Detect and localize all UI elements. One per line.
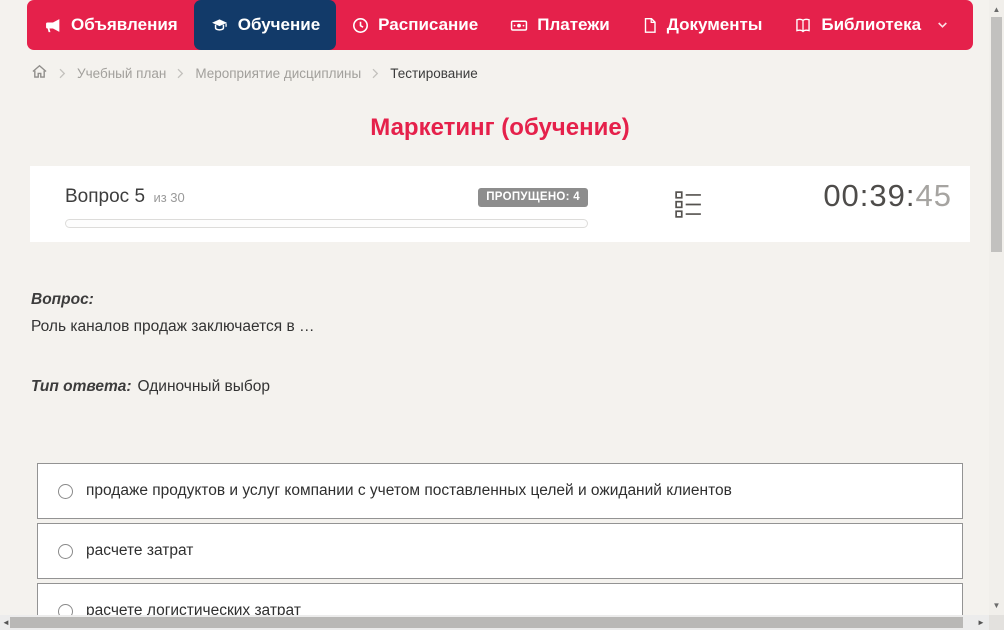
chevron-right-icon — [177, 68, 184, 79]
nav-item-label: Объявления — [71, 15, 178, 34]
nav-item-announcements[interactable]: Объявления — [29, 0, 194, 50]
answer-option-2[interactable]: расчете затрат — [37, 523, 963, 579]
quiz-page: Объявления Обучение Расписание Платежи Д… — [0, 0, 1004, 630]
horizontal-scrollbar[interactable]: ◄ ► — [0, 615, 989, 630]
scroll-down-arrow-icon[interactable]: ▼ — [989, 598, 1004, 613]
nav-item-documents[interactable]: Документы — [626, 0, 779, 50]
chevron-right-icon — [59, 68, 66, 79]
timer-seconds: 45 — [915, 178, 952, 213]
timer: 00:39:45 — [823, 178, 952, 214]
question-list-button[interactable] — [675, 191, 702, 223]
question-list-icon — [675, 191, 702, 222]
horizontal-scrollbar-thumb[interactable] — [10, 617, 963, 628]
book-icon — [794, 17, 812, 34]
nav-item-payments[interactable]: Платежи — [494, 0, 626, 50]
question-progress-section: Вопрос 5 из 30 ПРОПУЩЕНО: 4 — [65, 186, 588, 228]
scroll-right-arrow-icon[interactable]: ► — [975, 615, 987, 630]
nav-item-label: Документы — [666, 15, 763, 34]
progress-bar — [65, 219, 588, 228]
nav-item-label: Платежи — [537, 15, 610, 34]
home-icon[interactable] — [31, 63, 48, 83]
question-heading: Вопрос: — [31, 291, 94, 308]
vertical-scrollbar[interactable]: ▲ ▼ — [989, 0, 1004, 615]
nav-item-library[interactable]: Библиотека — [778, 0, 964, 50]
nav-item-label: Расписание — [378, 15, 479, 34]
nav-item-label: Обучение — [237, 15, 321, 34]
scroll-up-arrow-icon[interactable]: ▲ — [989, 2, 1004, 17]
page-title: Маркетинг (обучение) — [370, 114, 630, 141]
answer-option-label: продаже продуктов и услуг компании с уче… — [86, 482, 732, 499]
answer-type-value: Одиночный выбор — [137, 378, 271, 395]
nav-item-learning[interactable]: Обучение — [193, 0, 337, 50]
nav-item-label: Библиотека — [821, 15, 922, 34]
scrollbar-corner — [989, 615, 1004, 630]
breadcrumb: Учебный план Мероприятие дисциплины Тест… — [31, 63, 478, 83]
megaphone-icon — [45, 17, 62, 34]
radio-button-icon[interactable] — [58, 543, 73, 559]
answer-type-label: Тип ответа: — [31, 378, 132, 395]
breadcrumb-discipline-event[interactable]: Мероприятие дисциплины — [195, 66, 361, 81]
chevron-right-icon — [372, 68, 379, 79]
question-number: Вопрос 5 — [65, 186, 146, 207]
question-card: Вопрос 5 из 30 ПРОПУЩЕНО: 4 00:39:45 — [30, 166, 970, 242]
graduation-cap-icon — [210, 17, 229, 34]
breadcrumb-testing: Тестирование — [390, 65, 478, 81]
question-text: Роль каналов продаж заключается в … — [31, 318, 315, 335]
answer-options: продаже продуктов и услуг компании с уче… — [37, 463, 963, 630]
clock-icon — [352, 17, 369, 34]
question-block: Вопрос: Роль каналов продаж заключается … — [31, 291, 961, 336]
skipped-badge: ПРОПУЩЕНО: 4 — [478, 188, 588, 207]
answer-option-label: расчете затрат — [86, 542, 194, 559]
question-counter: Вопрос 5 из 30 — [65, 186, 185, 208]
question-total: из 30 — [153, 190, 185, 205]
radio-button-icon[interactable] — [58, 483, 73, 499]
vertical-scrollbar-thumb[interactable] — [991, 17, 1002, 252]
breadcrumb-curriculum[interactable]: Учебный план — [77, 66, 166, 81]
answer-option-1[interactable]: продаже продуктов и услуг компании с уче… — [37, 463, 963, 519]
document-icon — [642, 17, 658, 34]
answer-type-block: Тип ответа: Одиночный выбор — [31, 378, 270, 396]
main-nav: Объявления Обучение Расписание Платежи Д… — [27, 0, 973, 50]
timer-hours-minutes: 00:39: — [823, 178, 916, 213]
nav-item-schedule[interactable]: Расписание — [336, 0, 494, 50]
banknote-icon — [510, 17, 528, 34]
chevron-down-icon — [937, 21, 948, 29]
